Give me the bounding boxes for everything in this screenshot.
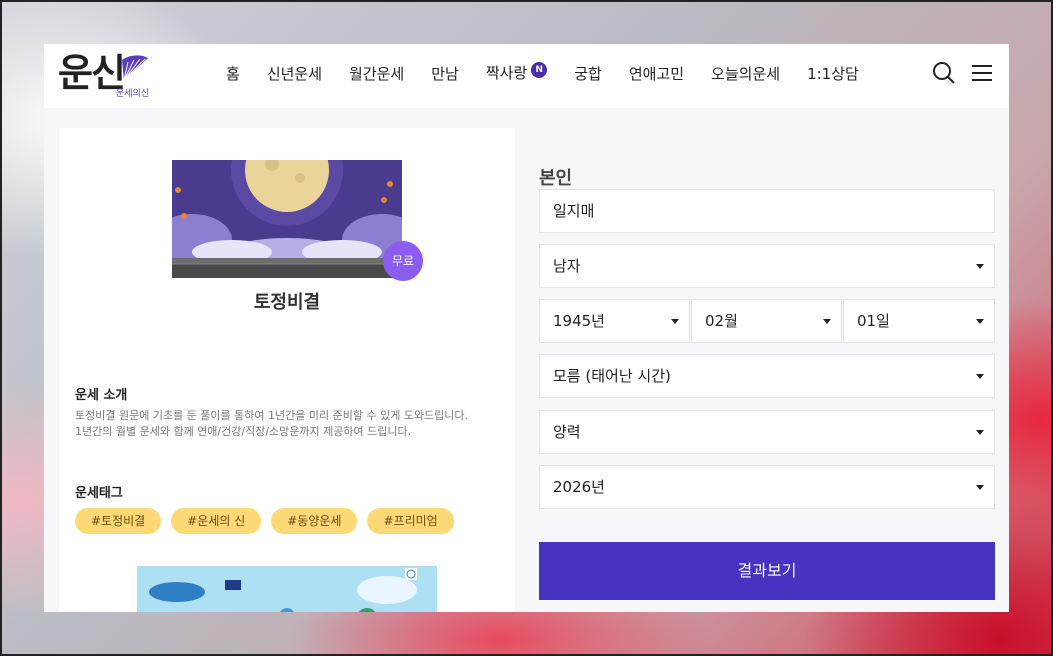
- service-title: 토정비결: [253, 292, 321, 313]
- gender-select[interactable]: 남자: [539, 244, 995, 288]
- caret-down-icon: [976, 374, 984, 379]
- intro-text: 토정비결 원문에 기초를 둔 풀이를 통하여 1년간을 미리 준비할 수 있게 …: [75, 408, 505, 440]
- main-nav: 홈 신년운세 월간운세 만남 짝사랑 N 궁합 연애고민 오늘의운세 1:1상담: [226, 44, 886, 102]
- nav-item-consult[interactable]: 1:1상담: [807, 63, 859, 84]
- target-year-select[interactable]: 2026년: [539, 465, 995, 509]
- site-header: 운신 운세의신 홈 신년운세 월간운세 만남 짝사랑 N 궁합 연애고민 오늘의운…: [44, 44, 1009, 108]
- nav-item-compatibility[interactable]: 궁합: [574, 63, 602, 84]
- advertisement-banner[interactable]: [137, 566, 437, 612]
- logo-text: 운신: [58, 51, 126, 95]
- birth-month-select[interactable]: 02월: [691, 299, 842, 343]
- nav-item-crush[interactable]: 짝사랑 N: [485, 62, 548, 84]
- new-badge: N: [531, 62, 548, 78]
- intro-line-2: 1년간의 월별 운세와 함께 연애/건강/직장/소망운까지 제공하여 드립니다.: [75, 425, 412, 438]
- nav-item-monthly[interactable]: 월간운세: [349, 63, 404, 84]
- birth-day-value: 01일: [857, 312, 890, 330]
- fan-logo-icon: [122, 55, 148, 81]
- tag-item[interactable]: #프리미엄: [367, 508, 454, 534]
- birth-time-value: 모름 (태어난 시간): [553, 367, 671, 385]
- tag-list: #토정비결 #운세의 신 #동양운세 #프리미엄: [75, 508, 464, 534]
- site-logo[interactable]: 운신 운세의신: [58, 50, 158, 100]
- logo-subtext: 운세의신: [116, 89, 150, 99]
- gender-value: 남자: [553, 257, 581, 275]
- tag-item[interactable]: #동양운세: [271, 508, 358, 534]
- full-moon-illustration: [172, 160, 402, 278]
- tag-item[interactable]: #토정비결: [75, 508, 162, 534]
- form-section-title: 본인: [539, 168, 573, 189]
- hamburger-menu-icon[interactable]: [970, 61, 994, 85]
- birth-month-value: 02월: [705, 312, 738, 330]
- nav-item-home[interactable]: 홈: [226, 63, 240, 84]
- caret-down-icon: [976, 430, 984, 435]
- search-icon[interactable]: [932, 61, 956, 85]
- main-panel: 운신 운세의신 홈 신년운세 월간운세 만남 짝사랑 N 궁합 연애고민 오늘의운…: [44, 44, 1009, 612]
- calendar-type-select[interactable]: 양력: [539, 410, 995, 454]
- caret-down-icon: [976, 264, 984, 269]
- caret-down-icon: [976, 319, 984, 324]
- caret-down-icon: [671, 319, 679, 324]
- birth-day-select[interactable]: 01일: [843, 299, 995, 343]
- free-badge: 무료: [383, 241, 423, 281]
- birth-year-select[interactable]: 1945년: [539, 299, 690, 343]
- intro-line-1: 토정비결 원문에 기초를 둔 풀이를 통하여 1년간을 미리 준비할 수 있게 …: [75, 409, 469, 422]
- intro-heading: 운세 소개: [75, 388, 128, 403]
- nav-item-meeting[interactable]: 만남: [431, 63, 459, 84]
- caret-down-icon: [976, 485, 984, 490]
- tags-heading: 운세태그: [75, 486, 123, 501]
- service-info-card: 무료 토정비결 운세 소개 토정비결 원문에 기초를 둔 풀이를 통하여 1년간…: [59, 128, 515, 612]
- nav-item-newyear[interactable]: 신년운세: [267, 63, 322, 84]
- view-result-button[interactable]: 결과보기: [539, 542, 995, 600]
- caret-down-icon: [823, 319, 831, 324]
- target-year-value: 2026년: [553, 478, 605, 496]
- calendar-type-value: 양력: [553, 423, 581, 441]
- birth-time-select[interactable]: 모름 (태어난 시간): [539, 354, 995, 398]
- birth-year-value: 1945년: [553, 312, 605, 330]
- nav-item-love[interactable]: 연애고민: [629, 63, 684, 84]
- nav-item-today[interactable]: 오늘의운세: [711, 63, 780, 84]
- name-input[interactable]: 일지매: [539, 189, 995, 233]
- nav-item-crush-label: 짝사랑: [485, 64, 528, 82]
- tag-item[interactable]: #운세의 신: [171, 508, 262, 534]
